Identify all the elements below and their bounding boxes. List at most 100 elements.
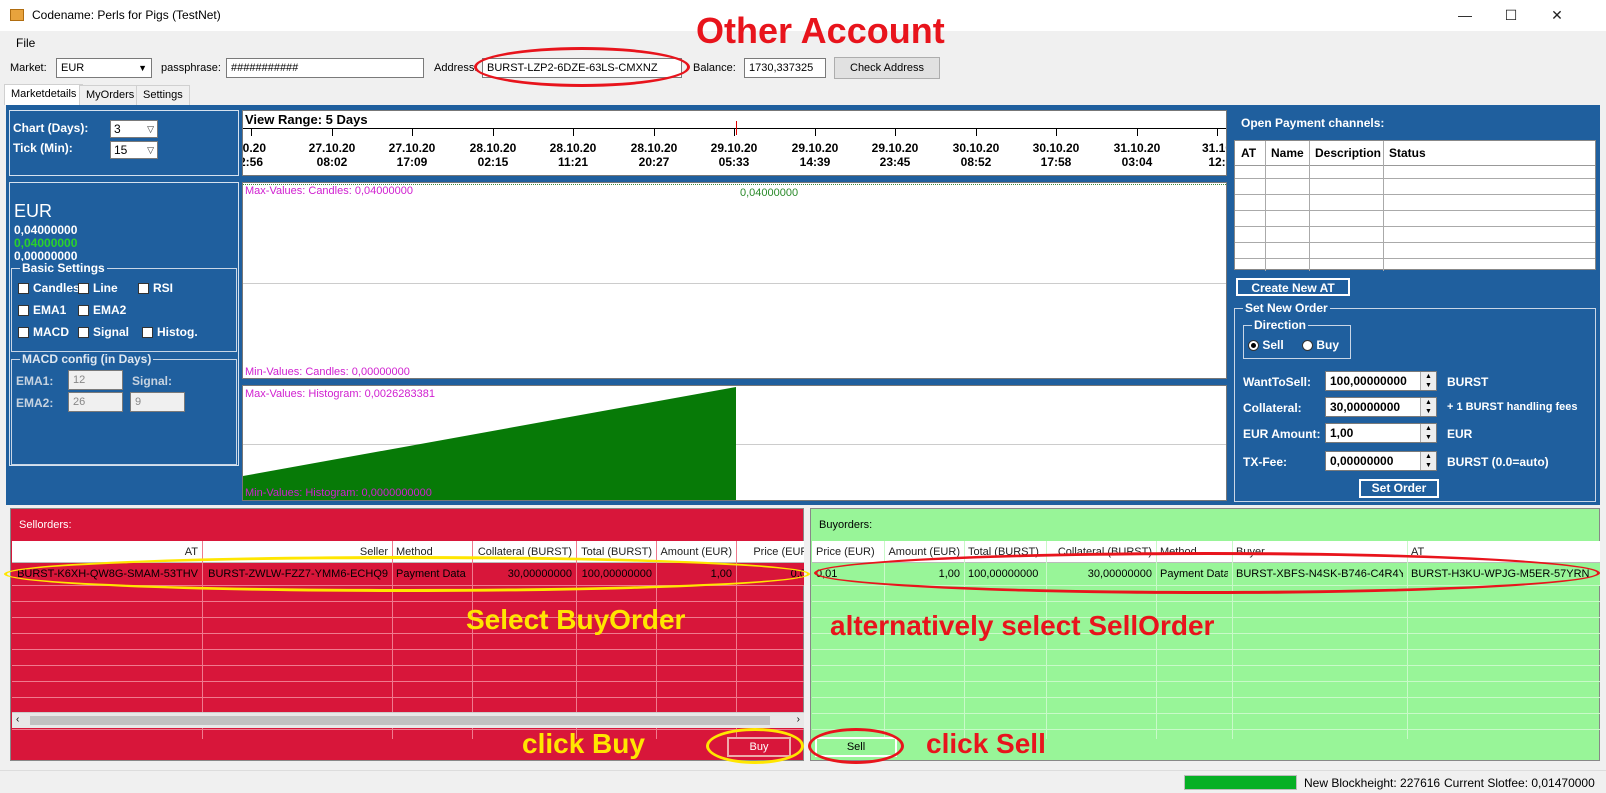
histogram-area xyxy=(243,387,736,500)
checkbox-label: MACD xyxy=(33,325,69,339)
annotation-sell-ellipse xyxy=(808,728,904,764)
sellorders-title: Sellorders: xyxy=(19,519,72,531)
ema1-label: EMA1: xyxy=(16,374,54,388)
close-button[interactable]: ✕ xyxy=(1534,0,1580,31)
horizontal-scrollbar[interactable]: ‹ › xyxy=(12,712,804,728)
menu-file[interactable]: File xyxy=(16,36,35,50)
radio-buy[interactable]: Buy xyxy=(1302,338,1339,352)
menu-bar: File xyxy=(0,31,1606,53)
tick-min-select[interactable]: 15 ▽ xyxy=(110,141,158,159)
chevron-down-icon: ▽ xyxy=(147,124,154,134)
spinner-icon[interactable]: ▲ ▼ xyxy=(1420,424,1436,442)
axis-tick-mark xyxy=(251,128,252,136)
market-info-box: EUR 0,04000000 0,04000000 0,00000000 Bas… xyxy=(9,182,239,466)
scroll-left-icon[interactable]: ‹ xyxy=(16,714,19,725)
annotation-select-buyorder: Select BuyOrder xyxy=(466,604,686,635)
checkbox-label: Line xyxy=(93,281,118,295)
scroll-thumb[interactable] xyxy=(30,716,770,725)
chart-days-select[interactable]: 3 ▽ xyxy=(110,120,158,138)
market-select[interactable]: EUR ▼ xyxy=(56,58,152,78)
axis-tick-time: 14:39 xyxy=(799,155,831,169)
checkbox-ema1[interactable]: EMA1 xyxy=(18,303,66,317)
passphrase-input[interactable]: ########### xyxy=(226,58,424,78)
axis-tick-label: 30.10.20 08:52 xyxy=(936,141,1016,169)
ema2-label: EMA2: xyxy=(16,396,54,410)
axis-tick-mark xyxy=(573,128,574,136)
radio-sell[interactable]: Sell xyxy=(1248,338,1284,352)
axis-tick-mark xyxy=(1056,128,1057,136)
set-order-legend: Set New Order xyxy=(1243,301,1330,315)
tick-min-label: Tick (Min): xyxy=(13,141,73,155)
slotfee-text: Current Slotfee: 0,01470000 xyxy=(1444,776,1595,790)
blockheight-text: New Blockheight: 227616 xyxy=(1304,776,1441,790)
checkbox-unchecked-icon xyxy=(78,283,89,295)
table-row-line xyxy=(1235,194,1595,195)
column-divider xyxy=(1309,141,1310,271)
status-bar: New Blockheight: 227616 Current Slotfee:… xyxy=(0,770,1606,793)
set-order-button[interactable]: Set Order xyxy=(1359,479,1439,498)
axis-tick-date: 28.10.20 xyxy=(549,141,597,155)
macd-config-legend: MACD config (in Days) xyxy=(20,352,154,366)
table-row-line xyxy=(812,649,1600,650)
axis-line xyxy=(243,128,1226,129)
annotation-click-buy: click Buy xyxy=(522,728,645,759)
axis-tick-mark xyxy=(815,128,816,136)
table-row-line xyxy=(1235,242,1595,243)
basic-settings-group: Basic Settings ✓ Candles Line RSI EMA1 EMA2 MA… xyxy=(11,261,237,352)
basic-settings-legend: Basic Settings xyxy=(20,261,107,275)
set-order-group: Set New Order Direction Sell Buy WantToS… xyxy=(1234,301,1596,502)
checkbox-line[interactable]: Line xyxy=(78,281,118,295)
spinner-icon[interactable]: ▲ ▼ xyxy=(1420,452,1436,470)
tab-myorders[interactable]: MyOrders xyxy=(79,85,142,105)
candles-max-label: Max-Values: Candles: 0,04000000 xyxy=(245,185,413,197)
checkbox-macd[interactable]: MACD xyxy=(18,325,69,339)
minimize-button[interactable]: — xyxy=(1442,0,1488,31)
checkbox-label: RSI xyxy=(153,281,174,295)
ema1-input[interactable]: 12 xyxy=(68,370,123,390)
signal-input[interactable]: 9 xyxy=(130,392,185,412)
tab-settings[interactable]: Settings xyxy=(136,85,190,105)
chevron-down-icon: ▽ xyxy=(147,145,154,155)
checkbox-label: Signal xyxy=(93,325,130,339)
axis-tick-label: 28.10.20 11:21 xyxy=(533,141,613,169)
checkbox-histog[interactable]: ✓ Histog. xyxy=(142,325,198,339)
checkbox-label: Histog. xyxy=(157,325,198,339)
checkbox-signal[interactable]: Signal xyxy=(78,325,129,339)
checkbox-rsi[interactable]: RSI xyxy=(138,281,173,295)
chart-days-value: 3 xyxy=(114,122,121,136)
tab-marketdetails[interactable]: Marketdetails xyxy=(4,84,84,105)
checkbox-label: Candles xyxy=(33,281,80,295)
check-address-button[interactable]: Check Address xyxy=(834,57,940,79)
create-new-at-button[interactable]: Create New AT xyxy=(1236,278,1350,296)
eur-amount-label: EUR Amount: xyxy=(1243,427,1321,441)
axis-tick-date: 29.10.20 xyxy=(871,141,919,155)
axis-tick-mark xyxy=(1137,128,1138,136)
radio-sell-label: Sell xyxy=(1262,338,1284,352)
payment-channels-table[interactable]: AT Name Description Status xyxy=(1234,140,1596,271)
axis-tick-mark xyxy=(493,128,494,136)
checkbox-ema2[interactable]: EMA2 xyxy=(78,303,126,317)
table-row-line xyxy=(12,601,804,602)
histogram-max-label: Max-Values: Histogram: 0,0026283381 xyxy=(245,388,435,400)
histogram-chart: Max-Values: Histogram: 0,0026283381 Min-… xyxy=(242,385,1227,501)
checkbox-unchecked-icon xyxy=(18,305,29,317)
histogram-svg xyxy=(243,387,736,500)
checkbox-unchecked-icon xyxy=(18,327,29,339)
histogram-min-label: Min-Values: Histogram: 0,0000000000 xyxy=(245,487,432,499)
checkbox-candles[interactable]: ✓ Candles xyxy=(18,281,80,295)
axis-tick-label: 31.10.20 03:04 xyxy=(1097,141,1177,169)
maximize-button[interactable]: ☐ xyxy=(1488,0,1534,31)
spinner-icon[interactable]: ▲ ▼ xyxy=(1420,372,1436,390)
spinner-icon[interactable]: ▲ ▼ xyxy=(1420,398,1436,416)
axis-tick-time: 12: xyxy=(1208,155,1226,169)
table-row-line xyxy=(12,729,804,730)
scroll-right-icon[interactable]: › xyxy=(797,714,800,725)
column-header-name: Name xyxy=(1271,146,1304,160)
axis-tick-label: 29.10.20 23:45 xyxy=(855,141,935,169)
table-row-line xyxy=(812,681,1600,682)
annotation-address-ellipse xyxy=(474,47,690,87)
axis-tick-mark xyxy=(976,128,977,136)
axis-tick-date: 31.10 xyxy=(1201,141,1226,155)
chart-settings-box: Chart (Days): 3 ▽ Tick (Min): 15 ▽ xyxy=(9,110,239,176)
ema2-input[interactable]: 26 xyxy=(68,392,123,412)
